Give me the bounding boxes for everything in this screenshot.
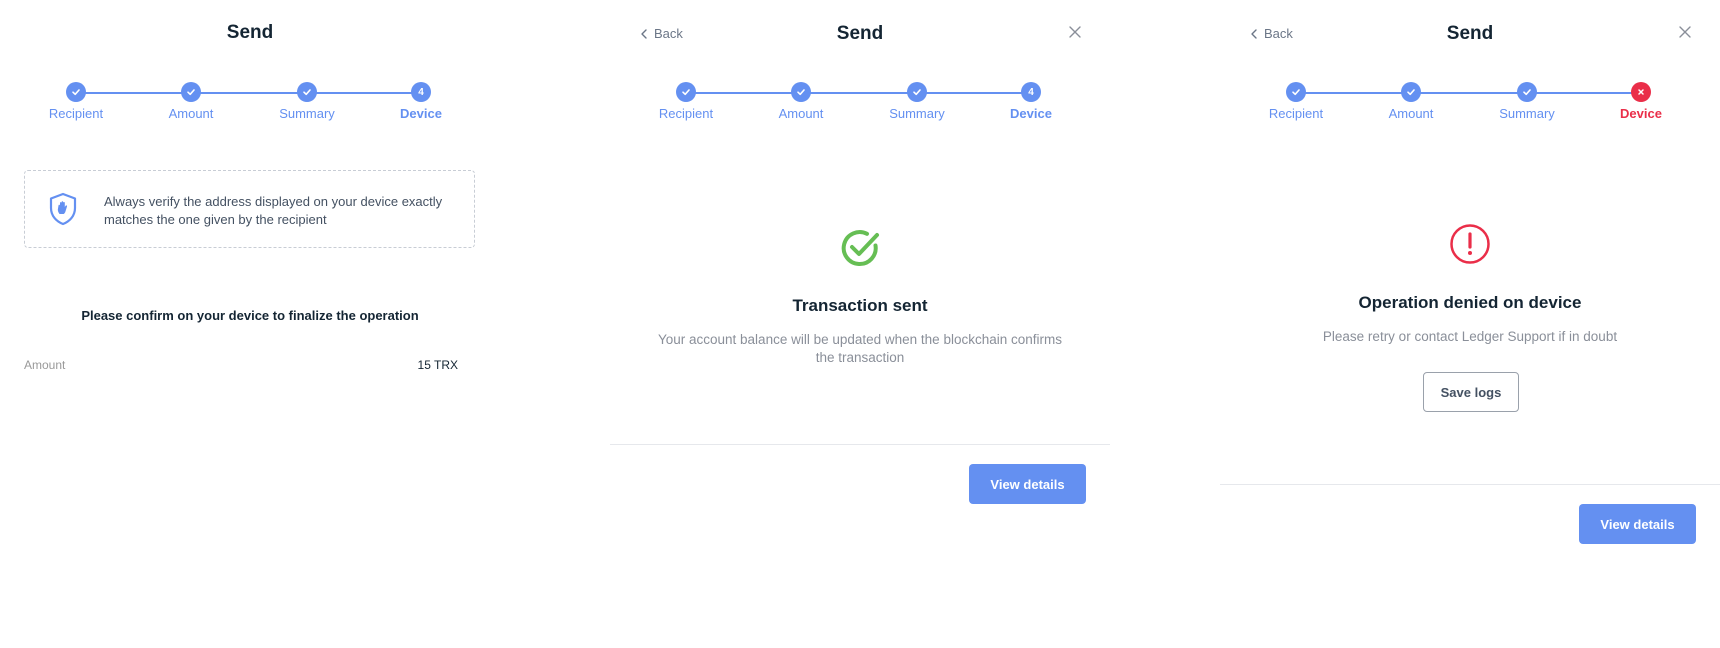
step-summary: Summary	[862, 82, 972, 121]
stepper: Recipient Amount Summary Device	[1220, 82, 1720, 122]
step-label: Summary	[1499, 106, 1555, 121]
close-icon[interactable]	[1069, 25, 1081, 43]
step-recipient: Recipient	[21, 82, 131, 121]
step-amount: Amount	[136, 82, 246, 121]
step-label: Summary	[889, 106, 945, 121]
step-amount: Amount	[746, 82, 856, 121]
modal-title: Send	[226, 22, 274, 43]
check-icon	[907, 82, 927, 102]
warning-text: Always verify the address displayed on y…	[104, 194, 443, 227]
step-number: 4	[1021, 82, 1041, 102]
x-icon	[1631, 82, 1651, 102]
step-label: Amount	[1388, 106, 1434, 121]
shield-hand-icon	[48, 192, 78, 231]
step-label: Device	[1010, 106, 1052, 121]
step-label: Amount	[778, 106, 824, 121]
step-label: Device	[1620, 106, 1662, 121]
save-logs-button[interactable]: Save logs	[1423, 372, 1519, 412]
check-icon	[181, 82, 201, 102]
step-device: 4 Device	[976, 82, 1086, 121]
modal-title: Send	[836, 23, 884, 44]
send-device-confirm-panel: Send Recipient Amount Summary 4 Device A…	[0, 0, 500, 648]
confirm-on-device-text: Please confirm on your device to finaliz…	[81, 308, 419, 323]
step-amount: Amount	[1356, 82, 1466, 121]
step-label: Summary	[279, 106, 335, 121]
close-icon[interactable]	[1679, 25, 1691, 43]
check-icon	[297, 82, 317, 102]
check-icon	[1286, 82, 1306, 102]
step-label: Recipient	[1268, 106, 1324, 121]
status-title: Transaction sent	[792, 296, 928, 315]
step-label: Amount	[168, 106, 214, 121]
status-title: Operation denied on device	[1358, 293, 1582, 312]
amount-label: Amount	[24, 358, 66, 372]
status-description: Please retry or contact Ledger Support i…	[1322, 329, 1618, 344]
step-device: Device	[1586, 82, 1696, 121]
step-label: Recipient	[48, 106, 104, 121]
view-details-button[interactable]: View details	[1579, 504, 1696, 544]
step-summary: Summary	[1472, 82, 1582, 121]
step-number: 4	[411, 82, 431, 102]
step-recipient: Recipient	[631, 82, 741, 121]
step-device: 4 Device	[366, 82, 476, 121]
step-summary: Summary	[252, 82, 362, 121]
status-description: Your account balance will be updated whe…	[657, 332, 1062, 365]
error-exclamation-icon	[1449, 223, 1491, 270]
step-recipient: Recipient	[1241, 82, 1351, 121]
modal-title: Send	[1446, 23, 1494, 44]
step-label: Recipient	[658, 106, 714, 121]
success-check-icon	[838, 226, 882, 275]
check-icon	[676, 82, 696, 102]
check-icon	[66, 82, 86, 102]
view-details-button[interactable]: View details	[969, 464, 1086, 504]
footer-divider	[610, 444, 1110, 445]
stepper: Recipient Amount Summary 4 Device	[610, 82, 1110, 122]
step-label: Device	[400, 106, 442, 121]
check-icon	[791, 82, 811, 102]
send-error-panel: Back Send Recipient Amount Summary Devic…	[1220, 0, 1720, 648]
check-icon	[1517, 82, 1537, 102]
check-icon	[1401, 82, 1421, 102]
stepper: Recipient Amount Summary 4 Device	[0, 82, 500, 122]
send-flow-screens: Send Recipient Amount Summary 4 Device A…	[0, 0, 1720, 648]
footer-divider	[1220, 484, 1720, 485]
send-success-panel: Back Send Recipient Amount Summary 4 Dev…	[610, 0, 1110, 648]
amount-value: 15 TRX	[417, 358, 458, 372]
verify-address-warning: Always verify the address displayed on y…	[24, 170, 475, 248]
